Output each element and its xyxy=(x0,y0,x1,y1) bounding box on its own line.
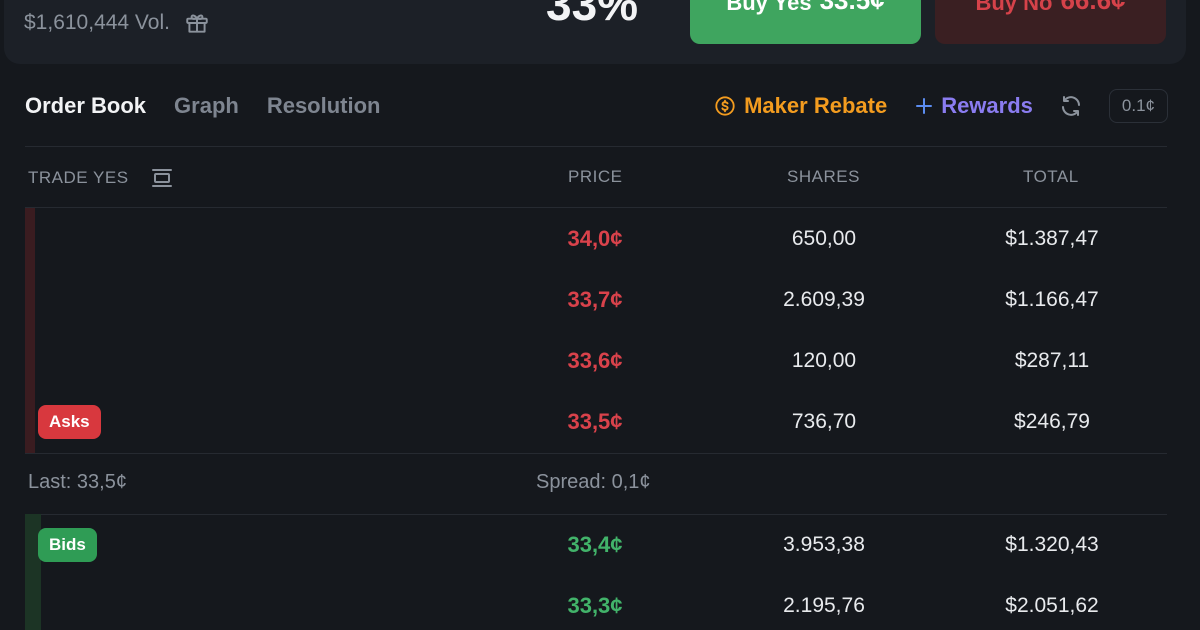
ask-price: 33,5¢ xyxy=(567,409,623,434)
bids-badge: Bids xyxy=(38,528,97,562)
tab-bar: Order Book Graph Resolution xyxy=(25,90,381,122)
gift-icon[interactable] xyxy=(184,10,210,36)
volume-text: $1,610,444 Vol. xyxy=(24,11,170,34)
ask-row[interactable]: 33,7¢ 2.609,39 $1.166,47 xyxy=(25,269,1167,330)
ask-total: $1.387,47 xyxy=(1005,227,1099,250)
spread-value: Spread: 0,1¢ xyxy=(536,471,651,493)
ask-row[interactable]: 33,6¢ 120,00 $287,11 xyxy=(25,330,1167,391)
plus-icon xyxy=(916,98,933,114)
layout-toggle-icon[interactable] xyxy=(151,167,173,189)
bid-total: $2.051,62 xyxy=(1005,594,1099,617)
last-price: Last: 33,5¢ xyxy=(28,471,127,493)
divider xyxy=(25,146,1167,147)
buy-yes-button[interactable]: Buy Yes 33.5¢ xyxy=(690,0,921,44)
ask-price: 33,6¢ xyxy=(567,348,623,373)
buy-no-label: Buy No xyxy=(975,0,1053,15)
maker-rebate-link[interactable]: Maker Rebate xyxy=(714,93,887,119)
trade-yes-label: TRADE YES xyxy=(28,168,129,187)
divider xyxy=(25,453,1167,454)
total-column-header: TOTAL xyxy=(1023,167,1079,186)
bid-shares: 2.195,76 xyxy=(783,594,865,617)
maker-rebate-label: Maker Rebate xyxy=(744,93,888,118)
ask-total: $246,79 xyxy=(1014,410,1090,433)
chance-percentage: 33% xyxy=(546,0,639,30)
tab-order-book[interactable]: Order Book xyxy=(25,93,146,119)
buy-yes-price: 33.5¢ xyxy=(819,0,885,15)
tab-resolution[interactable]: Resolution xyxy=(267,93,381,119)
ask-total: $287,11 xyxy=(1014,349,1090,372)
buy-yes-label: Buy Yes xyxy=(726,0,812,15)
bid-price: 33,4¢ xyxy=(567,532,623,557)
ask-price: 34,0¢ xyxy=(567,226,623,251)
ask-row[interactable]: 34,0¢ 650,00 $1.387,47 xyxy=(25,208,1167,269)
price-column-header: PRICE xyxy=(568,167,623,186)
volume-info: $1,610,444 Vol. xyxy=(24,9,210,37)
shares-column-header: SHARES xyxy=(787,167,860,186)
ask-shares: 2.609,39 xyxy=(783,288,865,311)
bid-price: 33,3¢ xyxy=(567,593,623,618)
ask-row[interactable]: 33,5¢ 736,70 $246,79 xyxy=(25,391,1167,452)
bid-row[interactable]: 33,3¢ 2.195,76 $2.051,62 xyxy=(25,575,1167,630)
bid-row[interactable]: 33,4¢ 3.953,38 $1.320,43 xyxy=(25,514,1167,575)
bid-total: $1.320,43 xyxy=(1005,533,1099,556)
buy-no-button[interactable]: Buy No 66.6¢ xyxy=(935,0,1166,44)
refresh-icon[interactable] xyxy=(1059,94,1083,118)
trade-yes-header: TRADE YES xyxy=(28,167,173,189)
order-book-tools: Maker Rebate Rewards 0.1¢ xyxy=(714,88,1168,124)
buy-no-price: 66.6¢ xyxy=(1060,0,1126,15)
order-book-page: $1,610,444 Vol. 33% Buy Yes 33.5¢ Buy No… xyxy=(0,0,1200,630)
coin-icon xyxy=(715,96,735,116)
rewards-label: Rewards xyxy=(941,93,1033,118)
bid-shares: 3.953,38 xyxy=(783,533,865,556)
tick-size-selector[interactable]: 0.1¢ xyxy=(1108,89,1168,123)
ask-shares: 650,00 xyxy=(791,227,857,250)
ask-price: 33,7¢ xyxy=(567,287,623,312)
rewards-link[interactable]: Rewards xyxy=(915,93,1033,119)
ask-total: $1.166,47 xyxy=(1005,288,1099,311)
tab-graph[interactable]: Graph xyxy=(174,93,239,119)
ask-shares: 736,70 xyxy=(791,410,857,433)
ask-shares: 120,00 xyxy=(791,349,857,372)
asks-badge: Asks xyxy=(38,405,101,439)
